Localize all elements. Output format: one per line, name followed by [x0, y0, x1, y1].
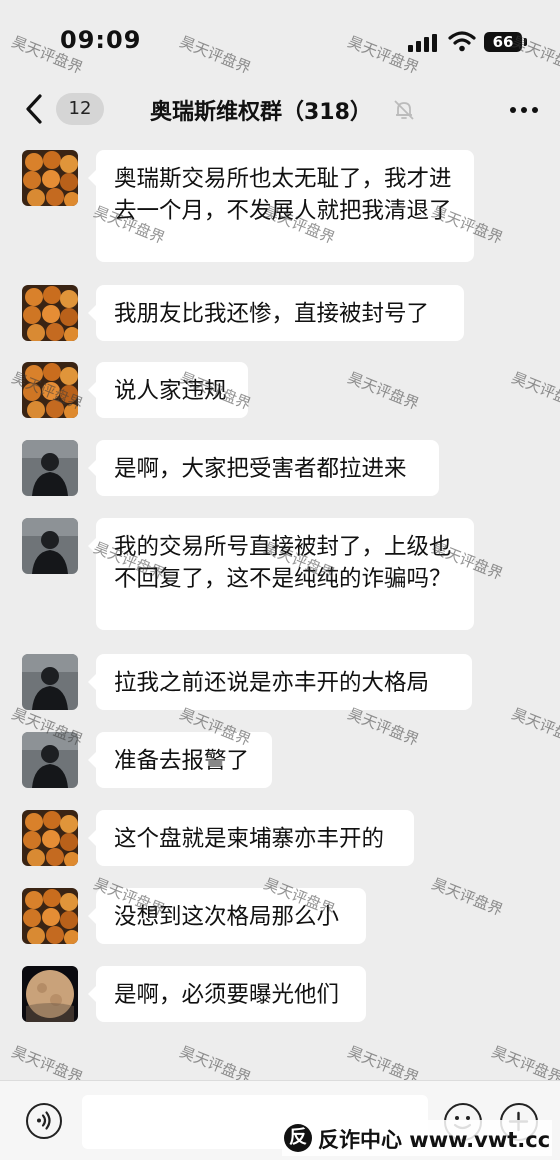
back-icon[interactable]: [20, 92, 50, 126]
orange-food-avatar[interactable]: [22, 362, 78, 418]
battery-tip: [524, 38, 527, 46]
orange-food-avatar[interactable]: [22, 150, 78, 206]
brand-text: 反诈中心 www.vwt.cc: [318, 1128, 551, 1152]
dark-man-avatar[interactable]: [22, 732, 78, 788]
chat-screen: 09:09 66 12 奥瑞斯维权群（318） 奥瑞斯交易所也太无耻了，我才进去…: [0, 0, 560, 1160]
status-bar: 09:09 66: [0, 0, 560, 80]
signal-icon: [408, 34, 440, 52]
unread-count-badge[interactable]: 12: [56, 93, 104, 125]
orange-food-avatar[interactable]: [22, 888, 78, 944]
message-bubble: 说人家违规: [88, 362, 248, 418]
mute-icon: [394, 100, 414, 120]
dark-man-avatar[interactable]: [22, 440, 78, 496]
watermark: 昊天评盘界: [509, 368, 560, 414]
watermark: 昊天评盘界: [509, 704, 560, 750]
message-bubble: 奥瑞斯交易所也太无耻了，我才进去一个月，不发展人就把我清退了: [88, 150, 474, 262]
chat-title: 奥瑞斯维权群（318）: [150, 100, 372, 125]
brand-mark-icon: 反: [284, 1124, 312, 1152]
watermark: 昊天评盘界: [345, 368, 422, 414]
battery-icon: 66: [484, 32, 522, 52]
message-bubble: 是啊，大家把受害者都拉进来: [88, 440, 439, 496]
message-bubble: 是啊，必须要曝光他们: [88, 966, 366, 1022]
message-bubble: 我的交易所号直接被封了，上级也不回复了，这不是纯纯的诈骗吗？: [88, 518, 474, 630]
wifi-icon: [448, 31, 476, 52]
orange-food-avatar[interactable]: [22, 810, 78, 866]
more-icon[interactable]: [508, 96, 540, 122]
orange-food-avatar[interactable]: [22, 285, 78, 341]
message-bubble: 准备去报警了: [88, 732, 272, 788]
message-bubble: 这个盘就是柬埔寨亦丰开的: [88, 810, 414, 866]
voice-icon[interactable]: [26, 1103, 62, 1139]
dark-man-avatar[interactable]: [22, 654, 78, 710]
nav-bar: 12 奥瑞斯维权群（318）: [0, 80, 560, 142]
status-time: 09:09: [60, 26, 142, 54]
watermark: 昊天评盘界: [429, 874, 506, 920]
message-bubble: 没想到这次格局那么小: [88, 888, 366, 944]
brand-logo: 反 反诈中心 www.vwt.cc: [282, 1120, 552, 1156]
dark-man-avatar[interactable]: [22, 518, 78, 574]
message-bubble: 拉我之前还说是亦丰开的大格局: [88, 654, 472, 710]
message-bubble: 我朋友比我还惨，直接被封号了: [88, 285, 464, 341]
moon-avatar[interactable]: [22, 966, 78, 1022]
